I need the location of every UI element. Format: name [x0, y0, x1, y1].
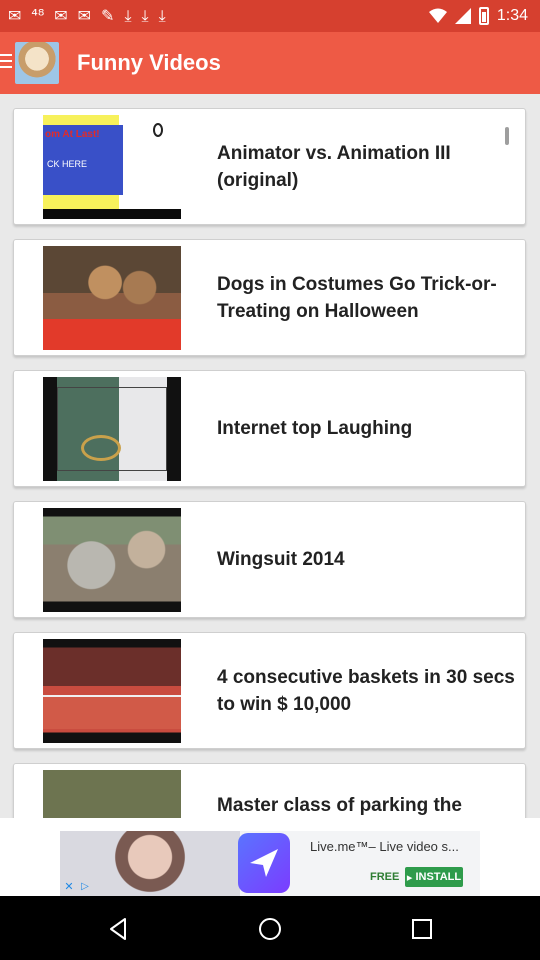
video-thumbnail[interactable] [43, 246, 181, 350]
menu-icon[interactable] [0, 54, 12, 70]
wifi-icon [428, 8, 447, 23]
scrollbar[interactable] [505, 127, 509, 145]
download-icon: ⤓ [158, 6, 166, 25]
ad-banner-area: Live.me™– Live video s... FREE ▸ INSTALL… [0, 818, 540, 896]
video-title: Wingsuit 2014 [217, 549, 345, 570]
page-title: Funny Videos [77, 50, 221, 75]
video-card[interactable]: 4 consecutive baskets in 30 secs to win … [13, 632, 526, 749]
ad-headline: Live.me™– Live video s... [310, 839, 459, 854]
video-thumbnail[interactable] [43, 770, 181, 818]
thumbnail-caption: om At Last! [45, 129, 100, 140]
install-label: INSTALL [415, 871, 462, 883]
gmail-icon: ✉ [8, 6, 22, 25]
video-thumbnail[interactable] [43, 639, 181, 743]
back-icon[interactable] [105, 916, 131, 942]
thumbnail-caption: CK HERE [47, 159, 88, 169]
wrench-icon: ✎ [101, 6, 115, 25]
app-logo[interactable] [15, 42, 59, 84]
signal-icon [454, 8, 471, 24]
video-card[interactable]: Internet top Laughing [13, 370, 526, 487]
recent-apps-icon[interactable] [409, 916, 435, 942]
install-button[interactable]: ▸ INSTALL [405, 867, 463, 887]
download-icon: ⤓ [141, 6, 149, 25]
system-status: 1:34 [428, 5, 528, 27]
video-card[interactable]: Master class of parking the [13, 763, 526, 818]
battery-icon [478, 7, 489, 25]
ad-price: FREE [370, 871, 400, 883]
48-icon: ⁴⁸ [31, 6, 45, 25]
ad-banner[interactable]: Live.me™– Live video s... FREE ▸ INSTALL… [60, 831, 480, 896]
video-title: Master class of parking the [217, 795, 462, 816]
liveme-logo-icon [238, 833, 290, 893]
video-list[interactable]: om At Last! CK HERE Animator vs. Animati… [0, 94, 540, 818]
adchoices-icon[interactable]: ▷ [78, 880, 92, 894]
video-thumbnail[interactable]: om At Last! CK HERE [43, 115, 181, 219]
download-icon: ⤓ [124, 6, 132, 25]
app-bar: Funny Videos [0, 32, 540, 94]
video-thumbnail[interactable] [43, 377, 181, 481]
clock: 1:34 [496, 7, 528, 24]
video-title: Internet top Laughing [217, 418, 413, 439]
notification-icons: ✉ ⁴⁸ ✉ ✉ ✎ ⤓ ⤓ ⤓ [8, 5, 166, 27]
video-title: Animator vs. Animation III (original) [217, 142, 451, 191]
close-icon[interactable]: ✕ [62, 880, 76, 894]
navigation-bar [0, 896, 540, 960]
video-title: Dogs in Costumes Go Trick-or-Treating on… [217, 273, 497, 322]
video-card[interactable]: Wingsuit 2014 [13, 501, 526, 618]
status-bar: ✉ ⁴⁸ ✉ ✉ ✎ ⤓ ⤓ ⤓ 1:34 [0, 0, 540, 32]
home-icon[interactable] [257, 916, 283, 942]
video-card[interactable]: Dogs in Costumes Go Trick-or-Treating on… [13, 239, 526, 356]
video-title: 4 consecutive baskets in 30 secs to win … [217, 666, 515, 715]
video-card[interactable]: om At Last! CK HERE Animator vs. Animati… [13, 108, 526, 225]
gmail-icon: ✉ [54, 6, 68, 25]
gmail-icon: ✉ [77, 6, 92, 25]
video-thumbnail[interactable] [43, 508, 181, 612]
play-store-icon: ▸ [406, 871, 413, 884]
